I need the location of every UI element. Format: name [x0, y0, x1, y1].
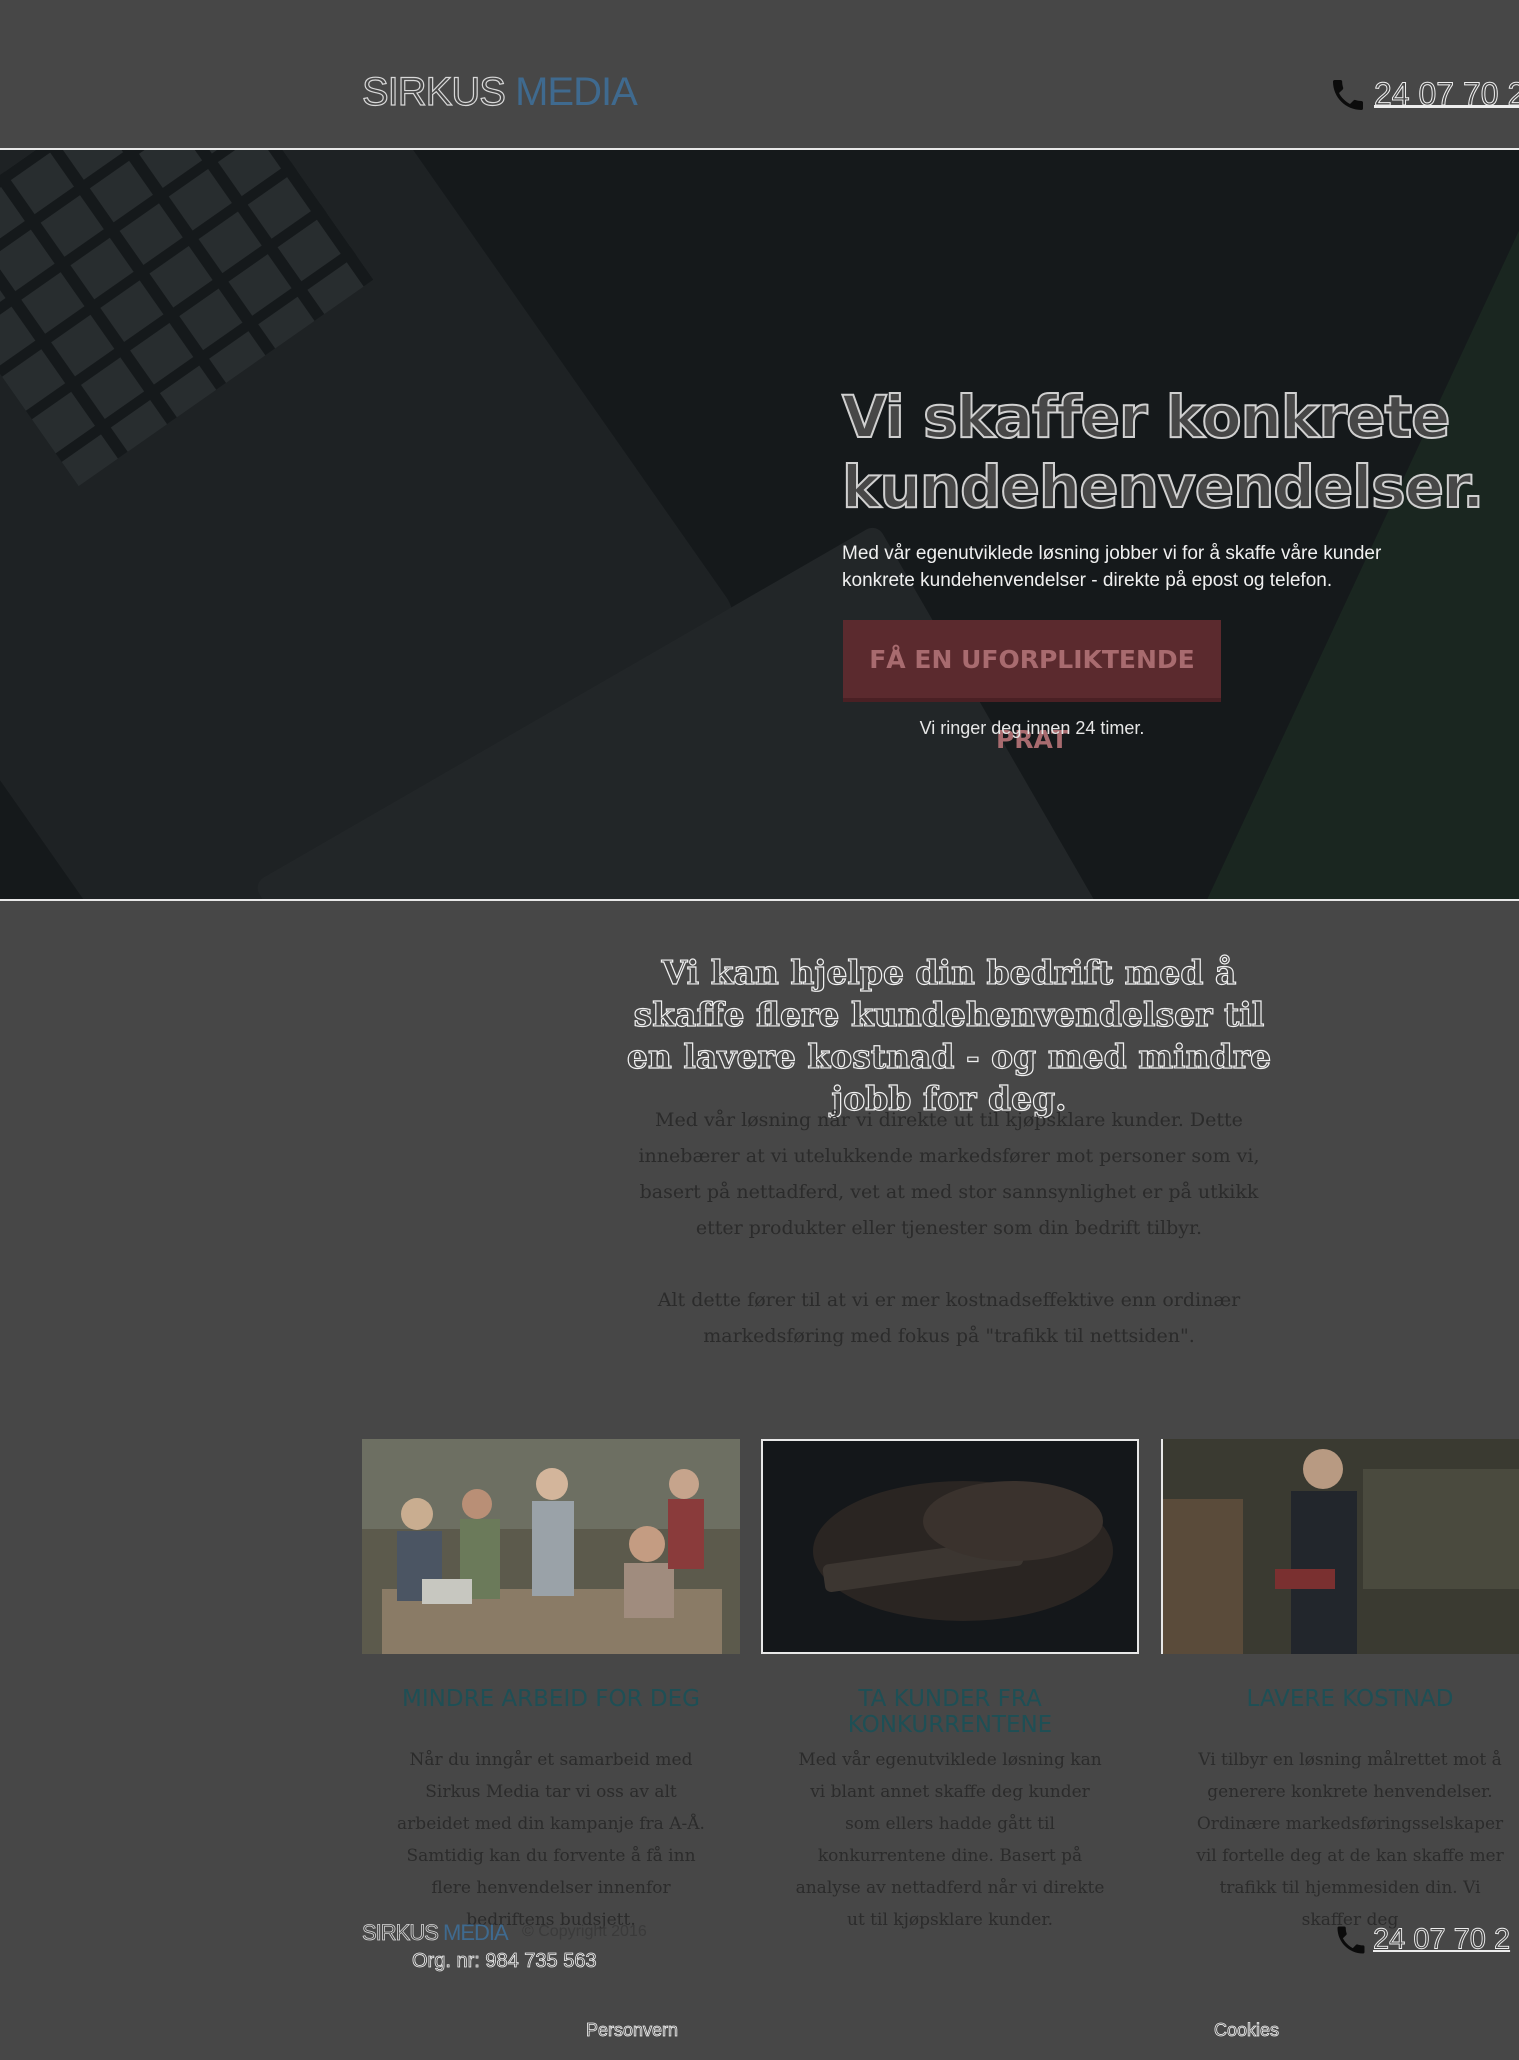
cta-subtext: Vi ringer deg innen 24 timer. [919, 718, 1145, 738]
footer-link-cookies[interactable]: Cookies [1214, 2020, 1280, 2041]
header-phone-number: 24 07 70 2 [1373, 76, 1519, 113]
businessman-photo [1163, 1439, 1519, 1654]
footer-phone-number: 24 07 70 2 [1373, 1923, 1511, 1956]
hero-text: Med vår egenutviklede løsning jobber vi … [842, 543, 1382, 591]
logo-part2: MEDIA [515, 70, 638, 114]
footer-logo[interactable]: SIRKUS MEDIA [362, 1920, 509, 1946]
header-phone-link[interactable]: 24 07 70 2 [1328, 74, 1519, 115]
site-header: SIRKUS MEDIA 24 07 70 2 [0, 0, 1519, 150]
footer-org-number: Org. nr: 984 735 563 [412, 1950, 597, 1973]
card-text-competitors: Med vår egenutviklede løsning kan vi bla… [795, 1750, 1105, 1930]
card-title-less-work: MINDRE ARBEID FOR DEG [402, 1686, 700, 1712]
card-text-less-work: Når du inngår et samarbeid med Sirkus Me… [397, 1750, 705, 1930]
card-text-lower-cost: Vi tilbyr en løsning målrettet mot å gen… [1196, 1750, 1504, 1930]
phone-icon [1337, 1926, 1365, 1954]
cta-button[interactable]: FÅ EN UFORPLIKTENDE PRAT [843, 620, 1221, 754]
footer-copyright: © Copyright 2016 [522, 1923, 647, 1940]
students-photo [362, 1439, 740, 1654]
hero-section: Vi skaffer konkrete kundehenvendelser. M… [0, 150, 1519, 901]
card-image-phone-hands [761, 1439, 1139, 1654]
card-image-students [362, 1439, 740, 1654]
logo-part1: SIRKUS [361, 69, 506, 114]
intro-paragraph-2: Alt dette fører til at vi er mer kostnad… [657, 1289, 1241, 1347]
hero-title: Vi skaffer konkrete kundehenvendelser. [841, 382, 1485, 522]
footer-logo-part1: SIRKUS [362, 1920, 440, 1946]
intro-title: Vi kan hjelpe din bedrift med å skaffe f… [626, 952, 1272, 1118]
footer-link-privacy[interactable]: Personvern [586, 2020, 679, 2041]
card-title-competitors: TA KUNDER FRA KONKURRENTENE [847, 1686, 1053, 1738]
intro-paragraph-1: Med vår løsning når vi direkte ut til kj… [638, 1109, 1260, 1239]
logo[interactable]: SIRKUS MEDIA [361, 69, 638, 115]
card-image-businessman [1161, 1439, 1519, 1654]
footer-phone-link[interactable]: 24 07 70 2 [1333, 1922, 1511, 1958]
footer-logo-part2: MEDIA [443, 1920, 509, 1945]
phone-icon [1333, 79, 1363, 110]
card-title-lower-cost: LAVERE KOSTNAD [1246, 1686, 1454, 1712]
phone-hands-photo [763, 1441, 1137, 1652]
